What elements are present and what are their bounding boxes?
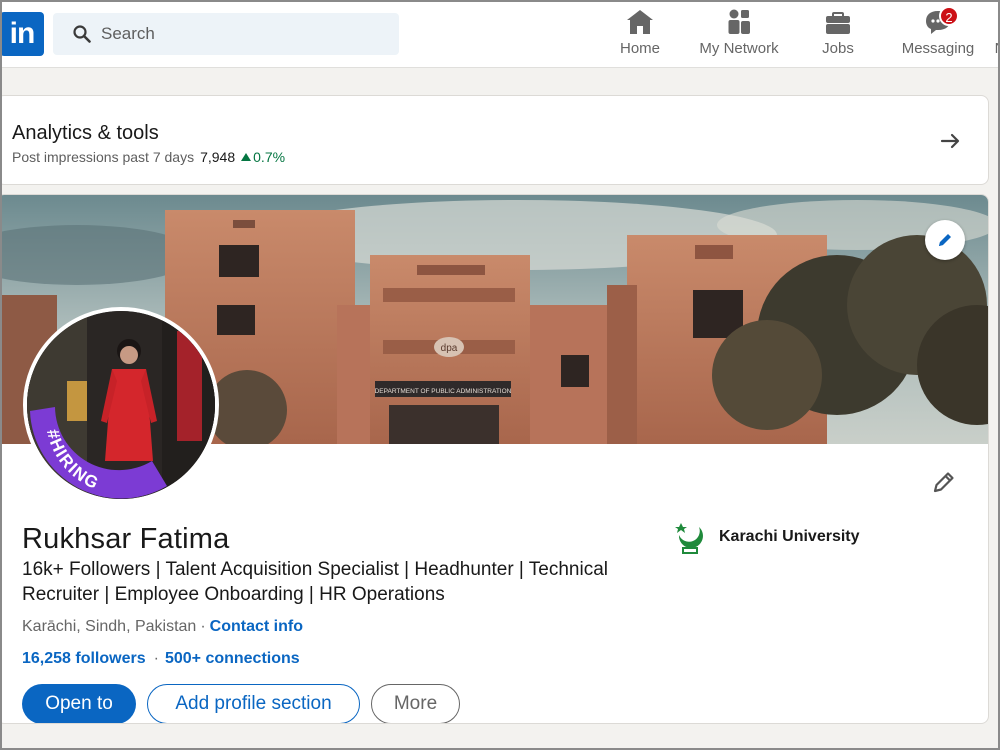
profile-name: Rukhsar Fatima xyxy=(22,523,230,555)
followers-link[interactable]: 16,258 followers xyxy=(22,650,146,667)
linkedin-logo[interactable]: in xyxy=(0,12,44,56)
trend-up-icon xyxy=(241,153,252,161)
nav-jobs-label: Jobs xyxy=(822,40,854,57)
banner-logo-text: dpa xyxy=(441,343,458,354)
banner-sign-text: DEPARTMENT OF PUBLIC ADMINISTRATION xyxy=(375,388,512,395)
university-logo-icon xyxy=(675,523,703,554)
impressions-delta-value: 0.7% xyxy=(253,149,286,165)
nav-home[interactable]: Home xyxy=(612,8,668,60)
search-icon xyxy=(73,25,91,43)
impressions-count: 7,948 xyxy=(200,149,236,165)
education-entry[interactable]: Karachi University xyxy=(673,517,860,557)
analytics-card[interactable]: Analytics & tools Post impressions past … xyxy=(0,95,989,185)
edit-intro-pencil-icon[interactable] xyxy=(929,467,959,497)
top-nav: in Home My Network Jobs xyxy=(0,0,1000,68)
location-separator: · xyxy=(200,618,206,635)
home-icon xyxy=(627,10,653,34)
profile-location: Karāchi, Sindh, Pakistan xyxy=(22,618,197,635)
notification-badge: 2 xyxy=(939,6,959,26)
analytics-subtitle: Post impressions past 7 days xyxy=(12,149,195,165)
nav-messaging-label: Messaging xyxy=(901,40,975,57)
education-label: Karachi University xyxy=(719,528,860,545)
contact-info-link[interactable]: Contact info xyxy=(210,618,303,635)
nav-my-network-label: My Network xyxy=(699,40,779,57)
avatar-photo: #HIRING xyxy=(27,311,215,499)
connections-link[interactable]: 500+ connections xyxy=(165,650,300,667)
profile-card: dpa DEPARTMENT OF PUBLIC ADMINISTRATION xyxy=(0,194,989,724)
people-icon xyxy=(728,9,750,34)
nav-jobs[interactable]: Jobs xyxy=(810,8,866,60)
pencil-icon xyxy=(939,234,951,246)
nav-notifications[interactable]: N xyxy=(990,8,1000,60)
open-to-button[interactable]: Open to xyxy=(22,684,136,723)
impressions-delta: 0.7% xyxy=(241,149,285,165)
profile-avatar[interactable]: #HIRING xyxy=(23,307,219,503)
analytics-subtitle-row: Post impressions past 7 days 7,948 0.7% xyxy=(12,149,285,165)
more-button[interactable]: More xyxy=(371,684,460,723)
profile-stats-row: 16,258 followers · 500+ connections xyxy=(22,650,300,668)
add-profile-section-button[interactable]: Add profile section xyxy=(147,684,360,723)
search-input[interactable] xyxy=(101,24,351,44)
nav-my-network[interactable]: My Network xyxy=(694,8,784,60)
arrow-right-icon[interactable] xyxy=(935,126,965,156)
nav-messaging[interactable]: Messaging 2 xyxy=(896,6,980,60)
analytics-title: Analytics & tools xyxy=(12,122,159,144)
stats-separator: · xyxy=(153,650,159,667)
edit-banner-button[interactable] xyxy=(925,220,965,260)
profile-headline: 16k+ Followers | Talent Acquisition Spec… xyxy=(22,559,609,605)
nav-notifications-label: N xyxy=(995,40,1000,57)
briefcase-icon xyxy=(826,12,850,34)
search-box[interactable] xyxy=(53,13,399,55)
profile-location-row: Karāchi, Sindh, Pakistan · Contact info xyxy=(22,618,303,636)
nav-home-label: Home xyxy=(619,40,660,57)
